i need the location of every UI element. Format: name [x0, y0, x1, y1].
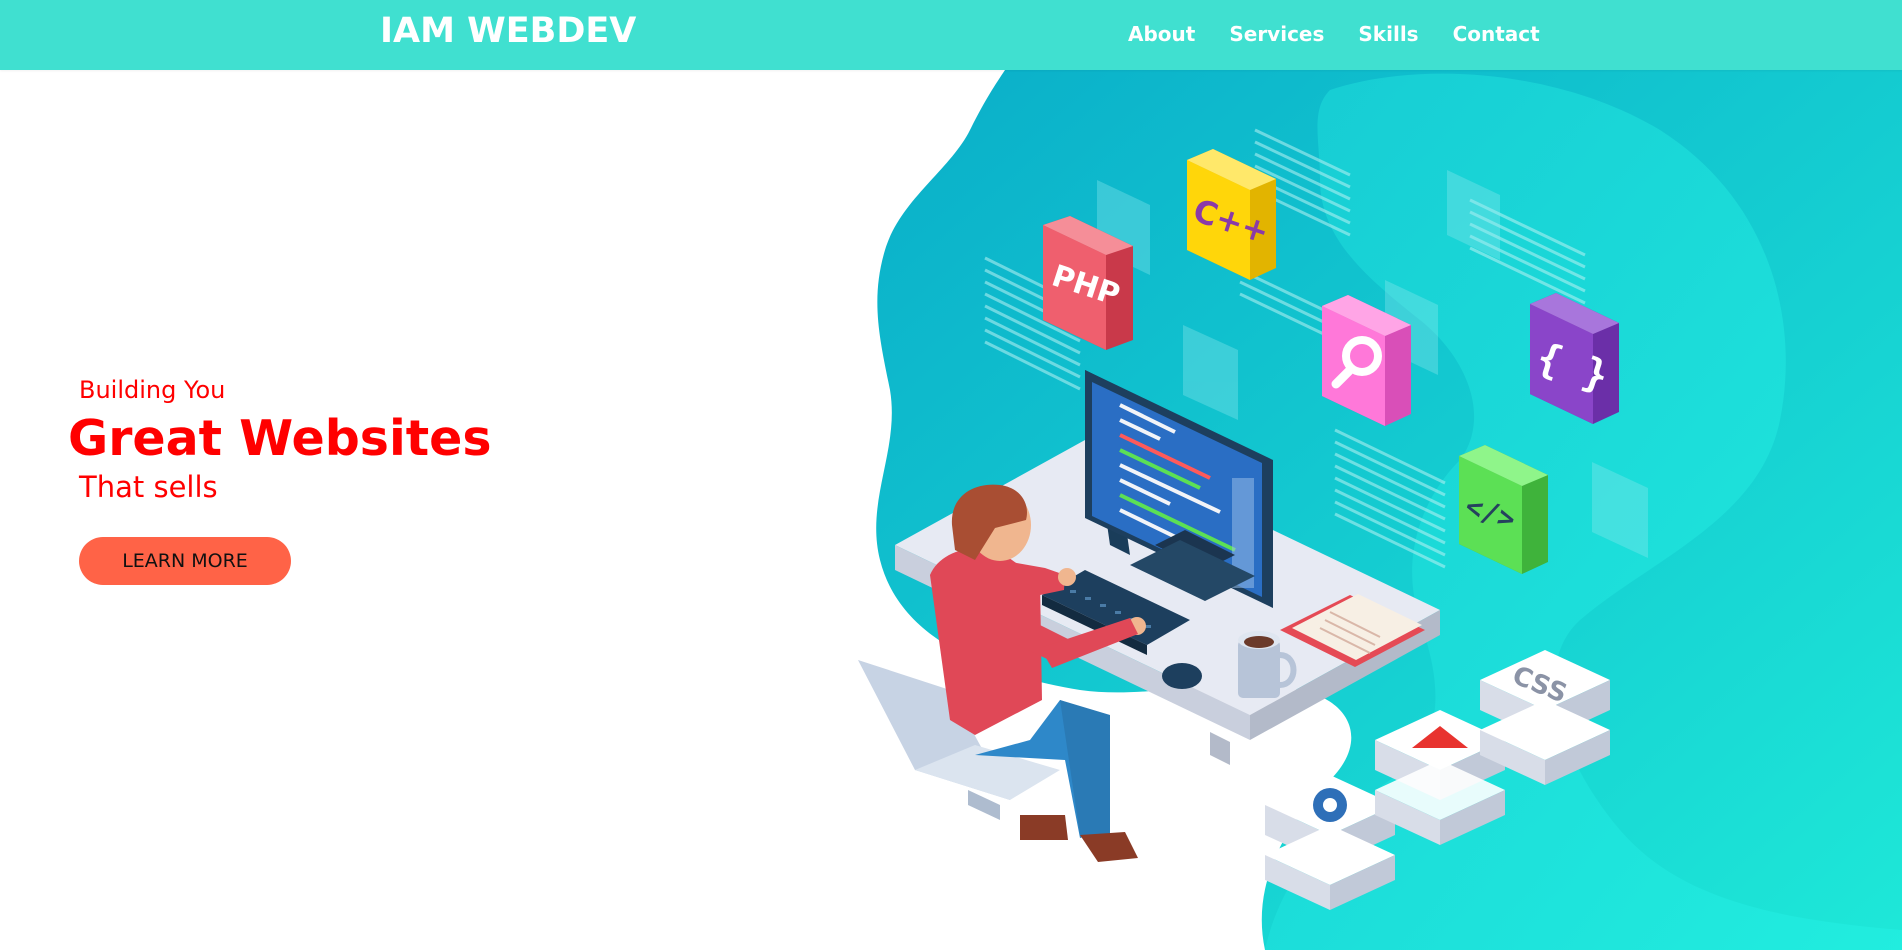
top-navbar: IAM WEBDEV About Services Skills Contact	[0, 0, 1902, 70]
nav-services[interactable]: Services	[1229, 22, 1324, 46]
nav-skills[interactable]: Skills	[1358, 22, 1418, 46]
hero-illustration: PHP C++ { } </> CSS	[858, 70, 1902, 950]
brand-logo[interactable]: IAM WEBDEV	[380, 11, 636, 51]
main-nav: About Services Skills Contact	[1128, 22, 1574, 46]
mouse	[1162, 663, 1202, 689]
nav-contact[interactable]: Contact	[1453, 22, 1540, 46]
nav-about[interactable]: About	[1128, 22, 1195, 46]
